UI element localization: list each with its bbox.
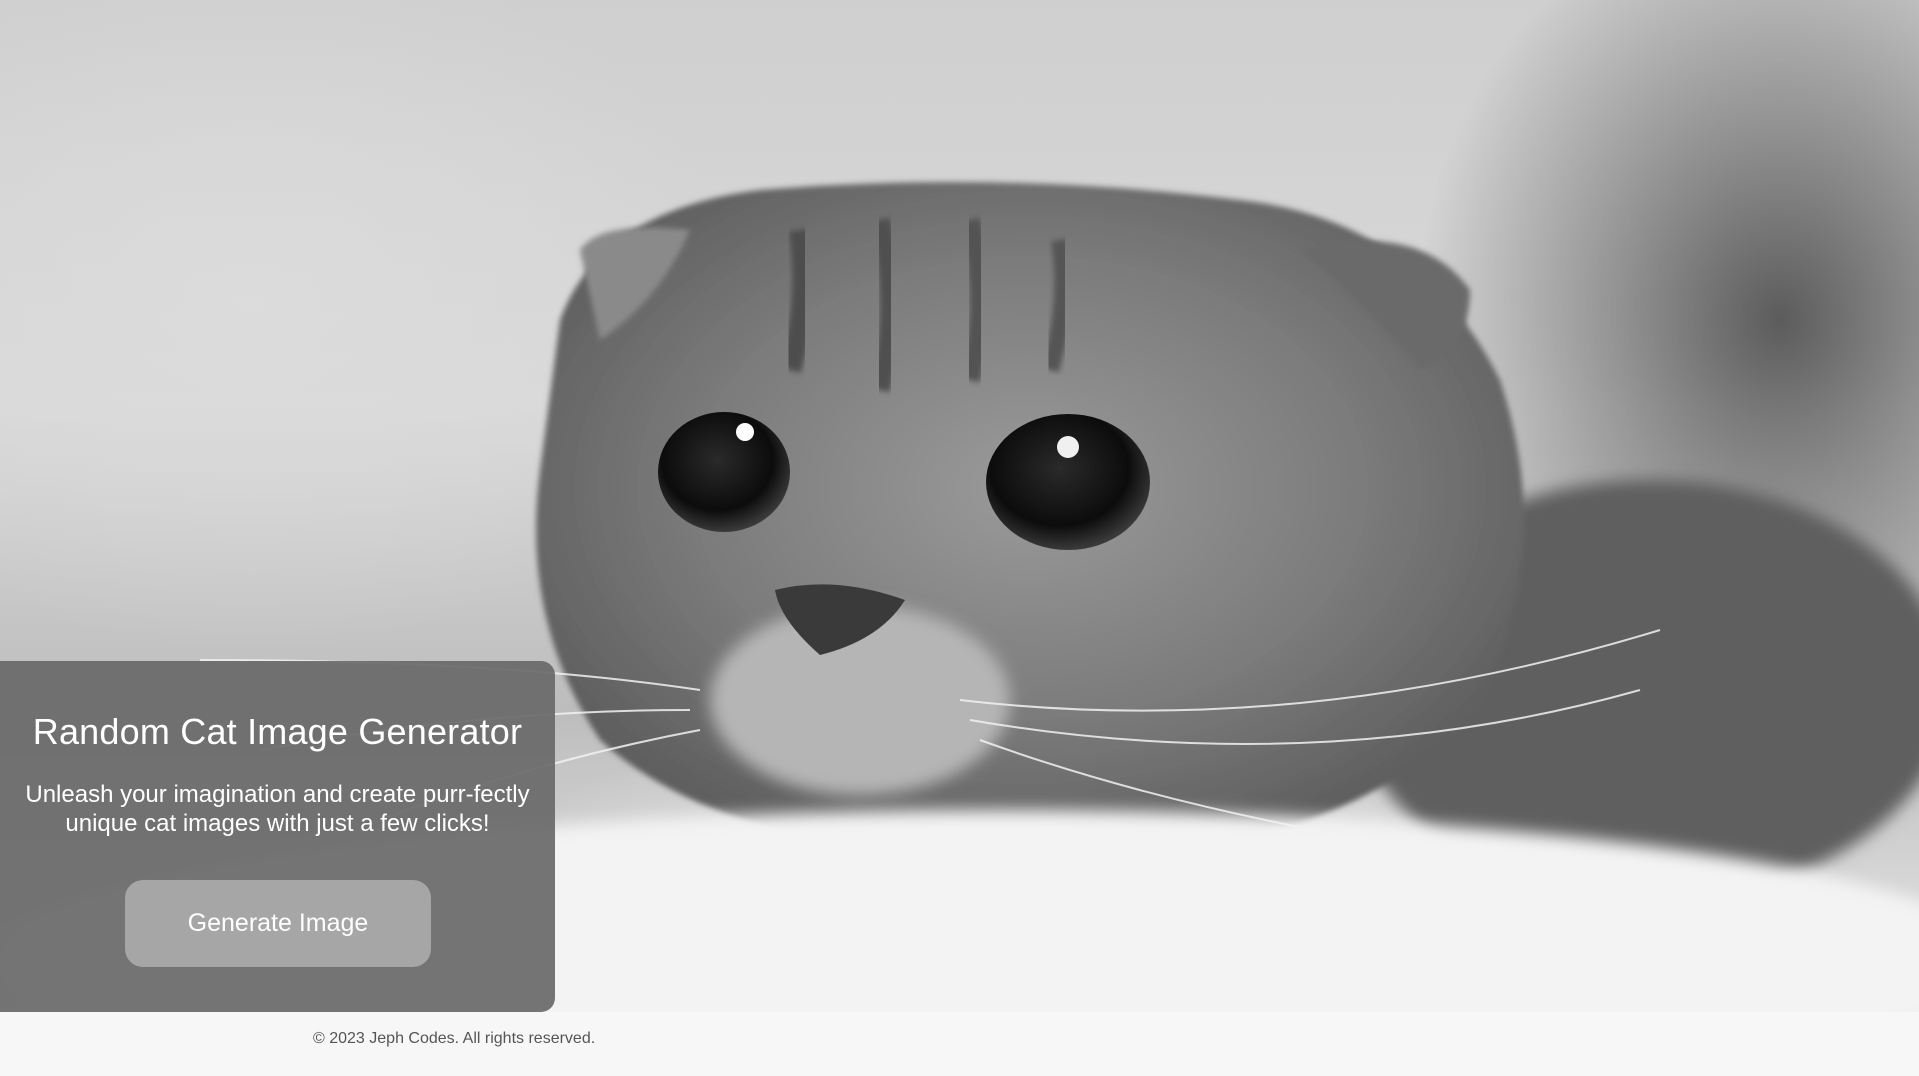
copyright-text: © 2023 Jeph Codes. All rights reserved. <box>313 1030 596 1047</box>
page: Random Cat Image Generator Unleash your … <box>0 0 1919 1076</box>
tagline: Unleash your imagination and create purr… <box>25 781 530 837</box>
page-title: Random Cat Image Generator <box>32 711 523 752</box>
footer: © 2023 Jeph Codes. All rights reserved. <box>0 1012 1919 1076</box>
generator-card: Random Cat Image Generator Unleash your … <box>0 661 555 1012</box>
generate-image-button[interactable]: Generate Image <box>125 880 431 967</box>
